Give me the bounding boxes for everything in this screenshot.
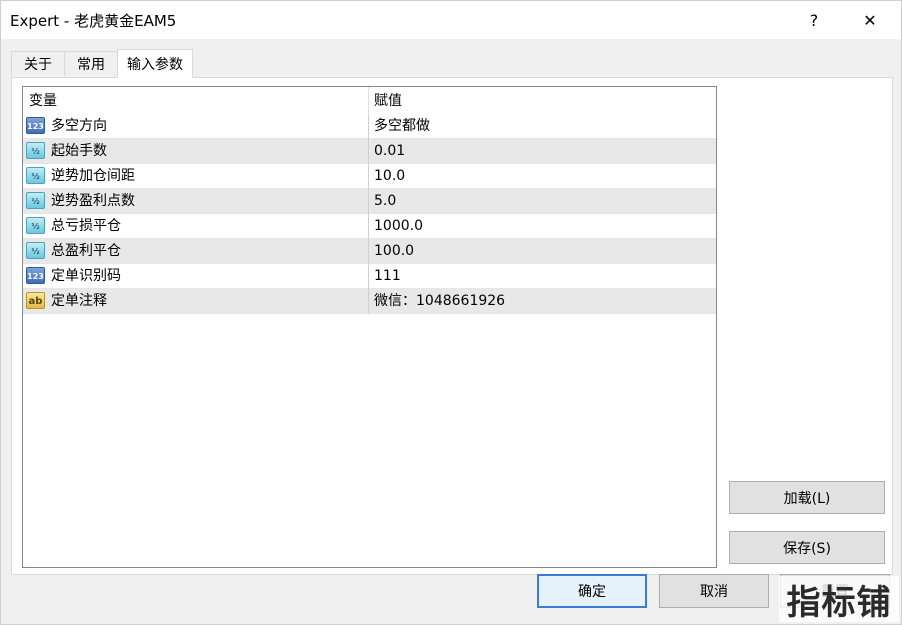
param-row[interactable]: ½ 总盈利平仓 100.0 [23,239,716,264]
param-row[interactable]: ½ 逆势加仓间距 10.0 [23,164,716,189]
param-value[interactable]: 100.0 [374,239,414,264]
watermark-logo: 指标铺 [779,576,899,623]
param-name: 定单识别码 [51,268,121,284]
grid-header: 变量 赋值 [23,87,716,114]
cell-divider [368,139,369,164]
param-name: 逆势加仓间距 [51,168,135,184]
int-type-icon: 123 [26,117,45,134]
int-type-icon: 123 [26,267,45,284]
help-button[interactable]: ? [791,1,837,39]
cell-divider [368,214,369,239]
window-title: Expert - 老虎黄金EAM5 [10,12,177,30]
param-value[interactable]: 10.0 [374,164,405,189]
param-value[interactable]: 0.01 [374,139,405,164]
tab-inputs[interactable]: 输入参数 [117,49,193,78]
param-name: 多空方向 [51,118,107,134]
close-button[interactable]: ✕ [847,1,893,39]
param-name: 逆势盈利点数 [51,193,135,209]
param-row[interactable]: 123 定单识别码 111 [23,264,716,289]
param-row[interactable]: ½ 逆势盈利点数 5.0 [23,189,716,214]
param-value[interactable]: 1000.0 [374,214,423,239]
ok-button[interactable]: 确定 [537,574,647,608]
cell-divider [368,239,369,264]
double-type-icon: ½ [26,242,45,259]
tab-about[interactable]: 关于 [11,51,65,76]
param-row[interactable]: ab 定单注释 微信：1048661926 [23,289,716,314]
expert-dialog: Expert - 老虎黄金EAM5 ? ✕ 关于 常用 输入参数 变量 赋值 1… [0,0,902,625]
param-row[interactable]: 123 多空方向 多空都做 [23,114,716,139]
double-type-icon: ½ [26,217,45,234]
double-type-icon: ½ [26,167,45,184]
tab-common[interactable]: 常用 [64,51,118,76]
cell-divider [368,164,369,189]
param-value[interactable]: 多空都做 [374,114,430,139]
column-header-value[interactable]: 赋值 [374,87,402,114]
param-name: 起始手数 [51,143,107,159]
column-header-variable[interactable]: 变量 [29,87,57,114]
cell-divider [368,264,369,289]
param-name: 总盈利平仓 [51,243,121,259]
param-row[interactable]: ½ 总亏损平仓 1000.0 [23,214,716,239]
string-type-icon: ab [26,292,45,309]
double-type-icon: ½ [26,192,45,209]
param-value[interactable]: 微信：1048661926 [374,289,505,314]
cell-divider [368,189,369,214]
parameters-grid[interactable]: 变量 赋值 123 多空方向 多空都做 ½ 起始手数 0.01 ½ 逆势加仓间距… [22,86,717,568]
cell-divider [368,114,369,139]
column-divider[interactable] [368,87,369,114]
param-name: 总亏损平仓 [51,218,121,234]
title-bar: Expert - 老虎黄金EAM5 ? ✕ [1,1,901,39]
param-name: 定单注释 [51,293,107,309]
load-button[interactable]: 加载(L) [729,481,885,514]
param-value[interactable]: 5.0 [374,189,396,214]
param-row[interactable]: ½ 起始手数 0.01 [23,139,716,164]
cancel-button[interactable]: 取消 [659,574,769,608]
double-type-icon: ½ [26,142,45,159]
cell-divider [368,289,369,314]
param-value[interactable]: 111 [374,264,401,289]
save-button[interactable]: 保存(S) [729,531,885,564]
